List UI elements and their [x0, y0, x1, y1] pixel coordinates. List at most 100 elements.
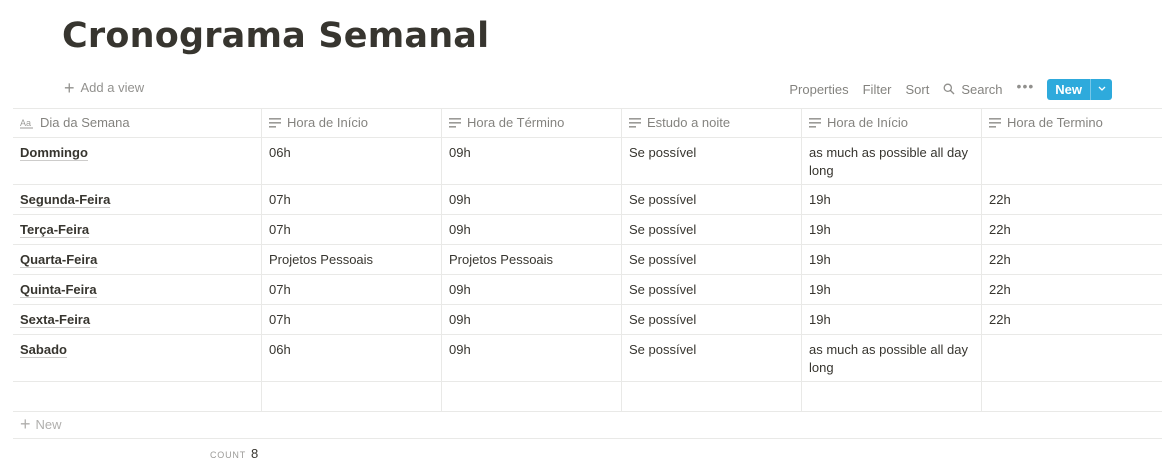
table-cell[interactable]: Projetos Pessoais: [442, 245, 622, 274]
table-row[interactable]: Quinta-Feira 07h 09h Se possível 19h 22h: [13, 275, 1162, 305]
table-cell[interactable]: 22h: [982, 245, 1162, 274]
table-cell[interactable]: 22h: [982, 275, 1162, 304]
table-row-empty[interactable]: [13, 382, 1162, 412]
new-row-label: New: [35, 416, 62, 432]
table-cell[interactable]: [262, 382, 442, 411]
database-table: Aa Dia da Semana Hora de Início Hora de …: [13, 108, 1162, 412]
column-header-label: Dia da Semana: [40, 115, 130, 130]
table-cell[interactable]: Se possível: [622, 335, 802, 381]
row-title: Sexta-Feira: [20, 312, 91, 328]
table-cell[interactable]: 07h: [262, 215, 442, 244]
column-header-label: Hora de Início: [827, 115, 908, 130]
table-row[interactable]: Quarta-Feira Projetos Pessoais Projetos …: [13, 245, 1162, 275]
plus-icon: +: [20, 414, 31, 434]
table-cell[interactable]: Se possível: [622, 138, 802, 184]
table-cell[interactable]: [982, 138, 1162, 184]
table-row[interactable]: Dommingo 06h 09h Se possível as much as …: [13, 138, 1162, 185]
table-cell[interactable]: 09h: [442, 215, 622, 244]
table-cell[interactable]: 09h: [442, 138, 622, 184]
row-title-cell[interactable]: Quinta-Feira: [13, 275, 262, 304]
text-property-icon: [449, 118, 461, 128]
more-options-icon[interactable]: •••: [1017, 79, 1035, 97]
row-title-cell[interactable]: Segunda-Feira: [13, 185, 262, 214]
table-cell[interactable]: 09h: [442, 335, 622, 381]
count-value: 8: [251, 446, 259, 461]
row-title-cell[interactable]: Quarta-Feira: [13, 245, 262, 274]
table-cell[interactable]: 19h: [802, 305, 982, 334]
row-title: Sabado: [20, 342, 67, 358]
table-row[interactable]: Sabado 06h 09h Se possível as much as po…: [13, 335, 1162, 382]
add-view-label: Add a view: [80, 80, 145, 95]
row-title-cell[interactable]: Dommingo: [13, 138, 262, 184]
table-cell[interactable]: 19h: [802, 215, 982, 244]
row-title: Terça-Feira: [20, 222, 90, 238]
column-header-hora-de-inicio-2[interactable]: Hora de Início: [802, 109, 982, 137]
table-cell[interactable]: Se possível: [622, 305, 802, 334]
row-title: Segunda-Feira: [20, 192, 111, 208]
count-summary[interactable]: COUNT 8: [210, 446, 258, 461]
table-cell[interactable]: Se possível: [622, 245, 802, 274]
sort-label: Sort: [905, 81, 930, 97]
table-cell[interactable]: 07h: [262, 275, 442, 304]
column-header-hora-de-termino[interactable]: Hora de Término: [442, 109, 622, 137]
table-cell[interactable]: as much as possible all day long: [802, 335, 982, 381]
svg-text:Aa: Aa: [20, 118, 31, 128]
filter-button[interactable]: Filter: [863, 82, 892, 97]
table-cell[interactable]: 06h: [262, 138, 442, 184]
table-cell[interactable]: 07h: [262, 185, 442, 214]
table-cell[interactable]: 09h: [442, 185, 622, 214]
sort-button[interactable]: Sort: [906, 82, 930, 97]
table-cell[interactable]: 19h: [802, 275, 982, 304]
table-row[interactable]: Sexta-Feira 07h 09h Se possível 19h 22h: [13, 305, 1162, 335]
text-property-icon: [269, 118, 281, 128]
column-header-label: Hora de Término: [467, 115, 565, 130]
table-cell[interactable]: 09h: [442, 275, 622, 304]
row-title: Quarta-Feira: [20, 252, 98, 268]
table-cell[interactable]: 22h: [982, 305, 1162, 334]
view-toolbar: + Add a view Properties Filter Sort Sear…: [0, 76, 1162, 102]
table-cell[interactable]: Projetos Pessoais: [262, 245, 442, 274]
properties-label: Properties: [789, 81, 849, 97]
add-new-row-button[interactable]: + New: [13, 410, 1162, 439]
table-cell[interactable]: [442, 382, 622, 411]
new-button[interactable]: New: [1047, 78, 1112, 100]
table-cell[interactable]: [982, 382, 1162, 411]
table-cell[interactable]: 07h: [262, 305, 442, 334]
toolbar-actions: Properties Filter Sort Search ••• New: [775, 78, 1112, 100]
row-title-cell[interactable]: Sexta-Feira: [13, 305, 262, 334]
table-cell[interactable]: Se possível: [622, 215, 802, 244]
search-icon: [943, 83, 955, 95]
title-property-icon: Aa: [20, 118, 33, 129]
search-button[interactable]: Search: [943, 82, 1003, 97]
chevron-down-icon[interactable]: [1090, 78, 1112, 100]
new-button-label: New: [1055, 81, 1082, 97]
row-title-cell[interactable]: Sabado: [13, 335, 262, 381]
page-title: Cronograma Semanal: [62, 16, 490, 56]
table-cell[interactable]: [622, 382, 802, 411]
row-title-cell[interactable]: Terça-Feira: [13, 215, 262, 244]
table-cell[interactable]: 22h: [982, 185, 1162, 214]
column-header-dia-da-semana[interactable]: Aa Dia da Semana: [13, 109, 262, 137]
table-cell[interactable]: 22h: [982, 215, 1162, 244]
row-title: Dommingo: [20, 145, 88, 161]
add-view-button[interactable]: + Add a view: [64, 79, 145, 97]
table-cell[interactable]: Se possível: [622, 185, 802, 214]
column-header-hora-de-inicio[interactable]: Hora de Início: [262, 109, 442, 137]
column-header-hora-de-termino-2[interactable]: Hora de Termino: [982, 109, 1162, 137]
text-property-icon: [629, 118, 641, 128]
table-cell[interactable]: 09h: [442, 305, 622, 334]
table-cell[interactable]: [982, 335, 1162, 381]
table-cell[interactable]: 19h: [802, 185, 982, 214]
table-cell[interactable]: 19h: [802, 245, 982, 274]
column-header-label: Hora de Termino: [1007, 115, 1103, 130]
row-title-cell[interactable]: [13, 382, 262, 411]
table-cell[interactable]: [802, 382, 982, 411]
table-row[interactable]: Terça-Feira 07h 09h Se possível 19h 22h: [13, 215, 1162, 245]
column-header-estudo-a-noite[interactable]: Estudo a noite: [622, 109, 802, 137]
table-cell[interactable]: 06h: [262, 335, 442, 381]
column-header-label: Hora de Início: [287, 115, 368, 130]
table-row[interactable]: Segunda-Feira 07h 09h Se possível 19h 22…: [13, 185, 1162, 215]
table-cell[interactable]: as much as possible all day long: [802, 138, 982, 184]
table-cell[interactable]: Se possível: [622, 275, 802, 304]
properties-button[interactable]: Properties: [789, 82, 848, 97]
